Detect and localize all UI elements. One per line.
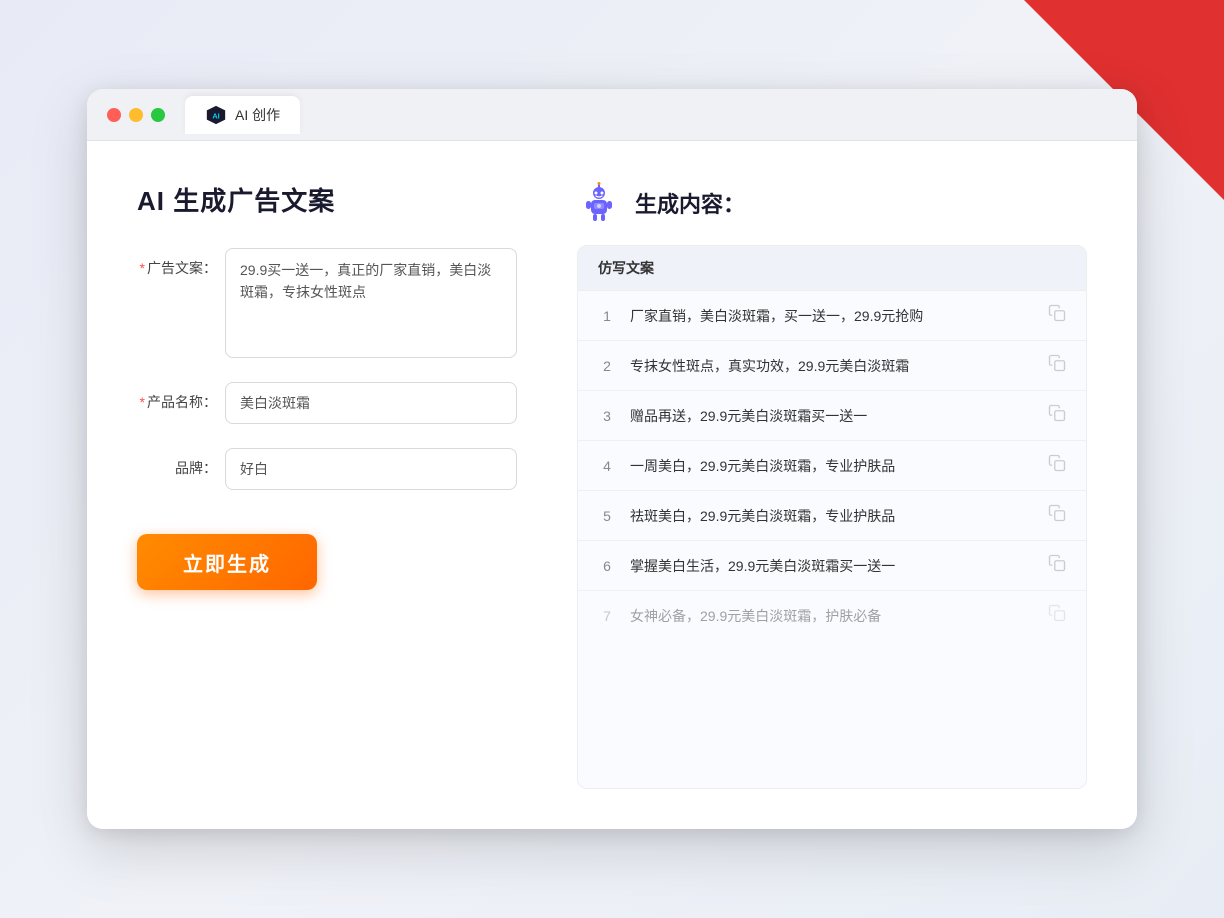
brand-input[interactable] — [225, 448, 517, 490]
ai-tab-icon: AI — [205, 104, 227, 126]
product-name-label: *产品名称： — [137, 382, 217, 412]
generate-button[interactable]: 立即生成 — [137, 534, 317, 590]
copy-icon[interactable] — [1048, 604, 1066, 627]
browser-window: AI AI 创作 AI 生成广告文案 *广告文案： *产品名称： — [87, 89, 1137, 829]
brand-group: 品牌： — [137, 448, 517, 490]
copy-icon[interactable] — [1048, 354, 1066, 377]
content-area: AI 生成广告文案 *广告文案： *产品名称： 品牌： 立 — [87, 141, 1137, 829]
copy-icon[interactable] — [1048, 554, 1066, 577]
left-panel: AI 生成广告文案 *广告文案： *产品名称： 品牌： 立 — [137, 181, 517, 789]
close-button[interactable] — [107, 108, 121, 122]
table-row: 7 女神必备，29.9元美白淡斑霜，护肤必备 — [578, 591, 1086, 640]
row-number: 4 — [598, 458, 616, 474]
product-name-group: *产品名称： — [137, 382, 517, 424]
ad-copy-label: *广告文案： — [137, 248, 217, 278]
result-table: 仿写文案 1 厂家直销，美白淡斑霜，买一送一，29.9元抢购 2 专抹女性斑点，真实… — [577, 245, 1087, 789]
title-bar: AI AI 创作 — [87, 89, 1137, 141]
row-number: 1 — [598, 308, 616, 324]
right-header: 生成内容： — [577, 181, 1087, 225]
table-row: 5 祛斑美白，29.9元美白淡斑霜，专业护肤品 — [578, 491, 1086, 541]
minimize-button[interactable] — [129, 108, 143, 122]
table-row: 6 掌握美白生活，29.9元美白淡斑霜买一送一 — [578, 541, 1086, 591]
row-number: 5 — [598, 508, 616, 524]
svg-text:AI: AI — [212, 111, 219, 120]
table-row: 1 厂家直销，美白淡斑霜，买一送一，29.9元抢购 — [578, 291, 1086, 341]
table-row: 4 一周美白，29.9元美白淡斑霜，专业护肤品 — [578, 441, 1086, 491]
ad-copy-input[interactable] — [225, 248, 517, 358]
row-number: 6 — [598, 558, 616, 574]
table-header: 仿写文案 — [578, 246, 1086, 291]
copy-icon[interactable] — [1048, 304, 1066, 327]
table-row: 3 赠品再送，29.9元美白淡斑霜买一送一 — [578, 391, 1086, 441]
ad-copy-group: *广告文案： — [137, 248, 517, 358]
row-text: 赠品再送，29.9元美白淡斑霜买一送一 — [630, 406, 1034, 426]
product-name-input[interactable] — [225, 382, 517, 424]
right-title: 生成内容： — [635, 187, 745, 219]
maximize-button[interactable] — [151, 108, 165, 122]
copy-icon[interactable] — [1048, 454, 1066, 477]
ai-tab[interactable]: AI AI 创作 — [185, 96, 300, 134]
row-text: 祛斑美白，29.9元美白淡斑霜，专业护肤品 — [630, 506, 1034, 526]
row-number: 7 — [598, 608, 616, 624]
row-text: 厂家直销，美白淡斑霜，买一送一，29.9元抢购 — [630, 306, 1034, 326]
copy-icon[interactable] — [1048, 504, 1066, 527]
right-panel: 生成内容： 仿写文案 1 厂家直销，美白淡斑霜，买一送一，29.9元抢购 2 专抹女… — [577, 181, 1087, 789]
row-text: 掌握美白生活，29.9元美白淡斑霜买一送一 — [630, 556, 1034, 576]
traffic-lights — [107, 108, 165, 122]
product-name-required-star: * — [140, 394, 145, 410]
bot-icon — [577, 181, 621, 225]
copy-icon[interactable] — [1048, 404, 1066, 427]
brand-label: 品牌： — [137, 448, 217, 478]
tab-label: AI 创作 — [235, 105, 280, 125]
row-number: 3 — [598, 408, 616, 424]
page-title: AI 生成广告文案 — [137, 181, 517, 218]
results-list: 1 厂家直销，美白淡斑霜，买一送一，29.9元抢购 2 专抹女性斑点，真实功效，29… — [578, 291, 1086, 640]
row-text: 专抹女性斑点，真实功效，29.9元美白淡斑霜 — [630, 356, 1034, 376]
row-number: 2 — [598, 358, 616, 374]
table-row: 2 专抹女性斑点，真实功效，29.9元美白淡斑霜 — [578, 341, 1086, 391]
row-text: 女神必备，29.9元美白淡斑霜，护肤必备 — [630, 606, 1034, 626]
row-text: 一周美白，29.9元美白淡斑霜，专业护肤品 — [630, 456, 1034, 476]
ad-copy-required-star: * — [140, 260, 145, 276]
